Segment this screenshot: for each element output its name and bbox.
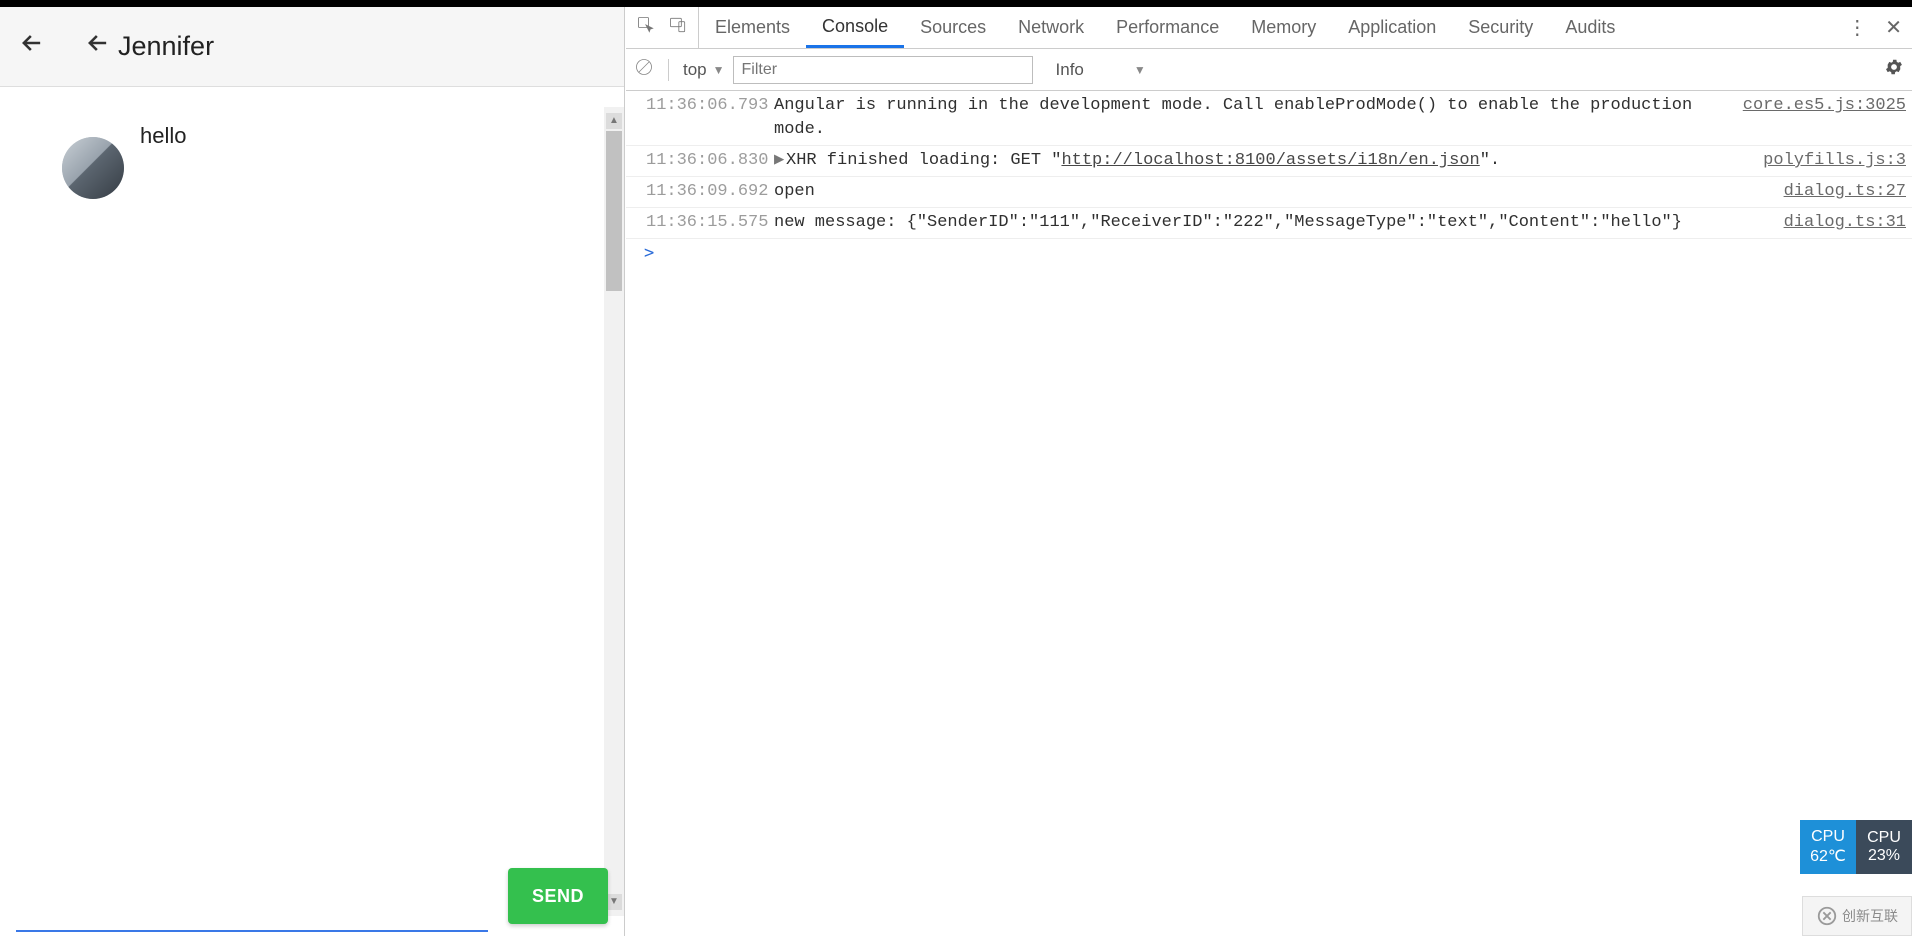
tab-console[interactable]: Console xyxy=(806,7,904,48)
console-row[interactable]: 11:36:06.830 ▶XHR finished loading: GET … xyxy=(626,146,1912,177)
avatar[interactable] xyxy=(62,137,124,199)
message-text: hello xyxy=(140,123,186,149)
dropdown-icon: ▼ xyxy=(1134,63,1146,77)
chat-header: Jennifer xyxy=(0,7,624,87)
chat-body: hello ▲ ▼ SEND xyxy=(0,87,624,936)
tab-security[interactable]: Security xyxy=(1452,7,1549,48)
timestamp: 11:36:09.692 xyxy=(646,180,772,204)
cpu-temp: CPU 62℃ xyxy=(1800,820,1856,874)
log-level-label: Info xyxy=(1056,60,1084,80)
console-message: Angular is running in the development mo… xyxy=(772,94,1729,142)
console-row[interactable]: 11:36:09.692 open dialog.ts:27 xyxy=(626,177,1912,208)
scroll-up-icon[interactable]: ▲ xyxy=(606,113,622,129)
tab-network[interactable]: Network xyxy=(1002,7,1100,48)
tab-audits[interactable]: Audits xyxy=(1549,7,1631,48)
devtools-close-icon[interactable]: ✕ xyxy=(1885,15,1902,40)
timestamp: 11:36:06.830 xyxy=(646,149,772,173)
cpu-overlay: CPU 62℃ CPU 23% xyxy=(1800,820,1912,874)
url-link[interactable]: http://localhost:8100/assets/i18n/en.jso… xyxy=(1061,151,1479,170)
devtools-leading-icons xyxy=(626,7,699,48)
tab-sources[interactable]: Sources xyxy=(904,7,1002,48)
clear-console-icon[interactable] xyxy=(634,57,654,82)
chat-title: Jennifer xyxy=(118,31,214,62)
send-button[interactable]: SEND xyxy=(508,868,608,924)
dropdown-icon: ▼ xyxy=(713,63,725,77)
inspect-icon[interactable] xyxy=(636,15,656,40)
back-arrow-icon[interactable] xyxy=(84,29,112,65)
console-prompt[interactable]: > xyxy=(626,239,1912,263)
console-toolbar: top ▼ Info ▼ xyxy=(626,49,1912,91)
expand-icon[interactable]: ▶ xyxy=(774,149,786,173)
message-row: hello xyxy=(0,87,624,199)
console-settings-icon[interactable] xyxy=(1884,57,1904,83)
watermark: 创新互联 xyxy=(1802,896,1912,936)
timestamp: 11:36:15.575 xyxy=(646,211,772,235)
cpu-usage: CPU 23% xyxy=(1856,820,1912,874)
chat-scrollbar[interactable]: ▲ ▼ xyxy=(604,107,624,916)
window-top-bar xyxy=(0,0,1912,7)
tab-application[interactable]: Application xyxy=(1332,7,1452,48)
scroll-thumb[interactable] xyxy=(606,131,622,291)
source-link[interactable]: dialog.ts:31 xyxy=(1770,211,1906,235)
devtools-tabbar: Elements Console Sources Network Perform… xyxy=(626,7,1912,49)
devtools-pane: Elements Console Sources Network Perform… xyxy=(626,7,1912,936)
back-icon[interactable] xyxy=(18,29,46,65)
console-filter-input[interactable] xyxy=(733,56,1033,84)
context-label: top xyxy=(683,60,707,80)
scroll-down-icon[interactable]: ▼ xyxy=(606,894,622,910)
source-link[interactable]: dialog.ts:27 xyxy=(1770,180,1906,204)
console-message: new message: {"SenderID":"111","Receiver… xyxy=(772,211,1770,235)
chat-footer: SEND xyxy=(16,862,608,932)
tab-memory[interactable]: Memory xyxy=(1235,7,1332,48)
chat-app-pane: Jennifer hello ▲ ▼ SEND xyxy=(0,7,625,936)
devtools-menu-icon[interactable]: ⋮ xyxy=(1847,15,1867,40)
timestamp: 11:36:06.793 xyxy=(646,94,772,142)
tab-elements[interactable]: Elements xyxy=(699,7,806,48)
source-link[interactable]: core.es5.js:3025 xyxy=(1729,94,1906,142)
watermark-text: 创新互联 xyxy=(1842,906,1898,926)
console-output[interactable]: 11:36:06.793 Angular is running in the d… xyxy=(626,91,1912,936)
source-link[interactable]: polyfills.js:3 xyxy=(1749,149,1906,173)
context-selector[interactable]: top ▼ xyxy=(683,60,725,80)
message-input[interactable] xyxy=(16,892,488,932)
log-level-selector[interactable]: Info ▼ xyxy=(1041,59,1161,81)
console-row[interactable]: 11:36:15.575 new message: {"SenderID":"1… xyxy=(626,208,1912,239)
tab-performance[interactable]: Performance xyxy=(1100,7,1235,48)
device-toggle-icon[interactable] xyxy=(668,15,688,40)
separator xyxy=(668,59,669,81)
console-message: ▶XHR finished loading: GET "http://local… xyxy=(772,149,1749,173)
console-message: open xyxy=(772,180,1770,204)
prompt-marker: > xyxy=(644,243,654,263)
console-row[interactable]: 11:36:06.793 Angular is running in the d… xyxy=(626,91,1912,146)
